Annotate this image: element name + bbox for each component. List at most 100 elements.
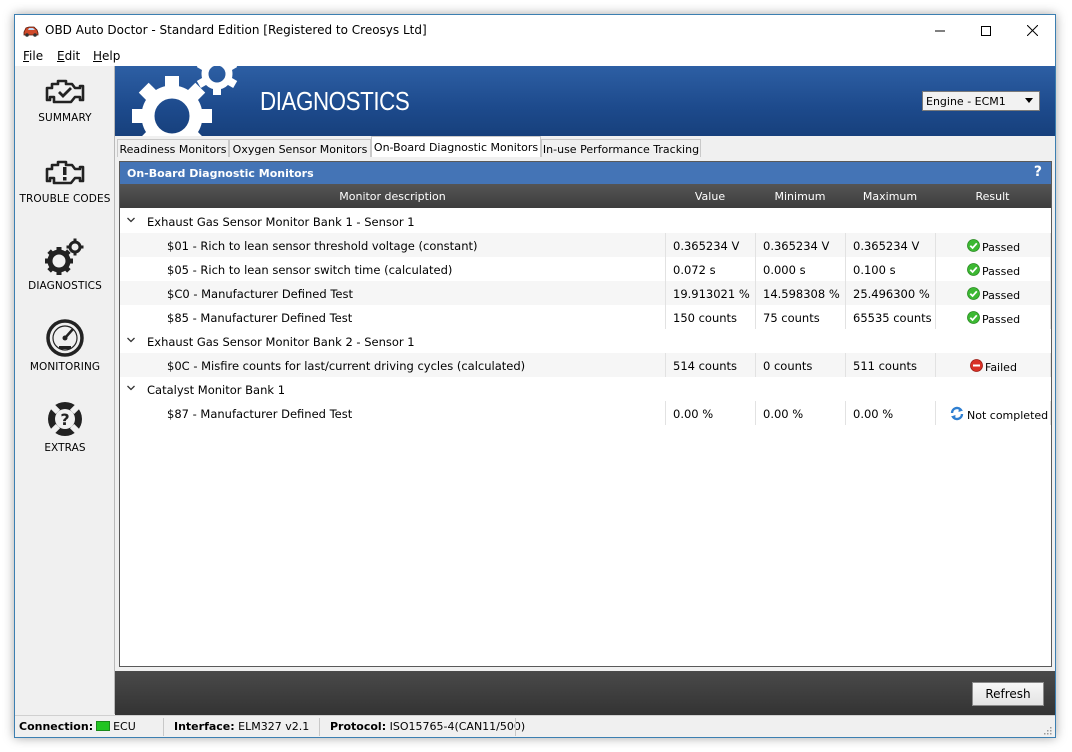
menu-help-rest: elp <box>102 49 121 63</box>
app-window: OBD Auto Doctor - Standard Edition [Regi… <box>14 14 1056 738</box>
monitor-result: Failed <box>970 353 1017 377</box>
tab-on-board-diagnostic-monitors[interactable]: On-Board Diagnostic Monitors <box>371 136 541 157</box>
nav-extras-label: EXTRAS <box>44 442 86 454</box>
status-divider <box>319 718 320 736</box>
monitor-max: 65535 counts <box>853 311 932 325</box>
tab-in-use-performance-tracking[interactable]: In-use Performance Tracking <box>541 139 701 157</box>
close-icon <box>1026 25 1038 36</box>
app-logo-icon <box>23 26 39 37</box>
maximize-button[interactable] <box>963 15 1009 46</box>
column-separator <box>845 233 846 257</box>
column-separator <box>665 401 666 425</box>
status-protocol: Protocol: ISO15765-4(CAN11/500) <box>330 720 525 733</box>
monitor-value: 150 counts <box>673 311 738 325</box>
page-title: DIAGNOSTICS <box>260 86 410 116</box>
column-separator <box>935 257 936 281</box>
group-name: Exhaust Gas Sensor Monitor Bank 1 - Sens… <box>147 215 415 229</box>
nav-extras[interactable]: ? EXTRAS <box>15 400 115 480</box>
nav-summary-label: SUMMARY <box>38 112 92 124</box>
nav-monitoring[interactable]: MONITORING <box>15 319 115 399</box>
help-icon[interactable]: ? <box>1034 164 1042 180</box>
monitor-value: 19.913021 % <box>673 287 750 301</box>
menu-file[interactable]: File <box>23 49 43 63</box>
action-bar: Refresh <box>115 671 1055 715</box>
nav-trouble-codes-label: TROUBLE CODES <box>19 193 111 205</box>
monitor-result: Passed <box>967 305 1020 329</box>
menu-edit-accel: E <box>57 49 65 63</box>
minimize-icon <box>935 30 945 31</box>
minimize-button[interactable] <box>917 15 963 46</box>
column-separator <box>665 257 666 281</box>
group-name: Exhaust Gas Sensor Monitor Bank 2 - Sens… <box>147 335 415 349</box>
monitor-result: Passed <box>967 233 1020 257</box>
monitor-min: 14.598308 % <box>763 287 840 301</box>
close-button[interactable] <box>1009 15 1055 46</box>
table-row[interactable]: $01 - Rich to lean sensor threshold volt… <box>120 233 1051 257</box>
nav-diagnostics[interactable]: DIAGNOSTICS <box>15 238 115 318</box>
column-separator <box>755 257 756 281</box>
column-separator <box>755 305 756 329</box>
status-connection-label: Connection: <box>19 720 94 733</box>
column-separator <box>1050 305 1051 329</box>
status-connection: Connection: ECU <box>19 720 136 733</box>
table-row[interactable]: $87 - Manufacturer Defined Test 0.00 % 0.0… <box>120 401 1051 425</box>
monitor-result: Passed <box>967 257 1020 281</box>
ecu-select[interactable]: Engine - ECM1 <box>922 91 1040 111</box>
gauge-icon <box>46 319 84 357</box>
table-group-row[interactable]: Exhaust Gas Sensor Monitor Bank 1 - Sens… <box>120 209 1051 233</box>
monitor-min: 0 counts <box>763 359 813 373</box>
menu-file-rest: ile <box>29 49 44 63</box>
column-separator <box>935 281 936 305</box>
column-separator <box>1050 353 1051 377</box>
group-name: Catalyst Monitor Bank 1 <box>147 383 286 397</box>
left-nav: SUMMARY TROUBLE CODES DIAGNOSTICS MONITO… <box>15 66 115 714</box>
tab-readiness-monitors[interactable]: Readiness Monitors <box>117 139 229 157</box>
monitor-result-text: Passed <box>982 265 1021 278</box>
table-row[interactable]: $C0 - Manufacturer Defined Test 19.913021… <box>120 281 1051 305</box>
monitor-result-text: Passed <box>982 313 1021 326</box>
monitor-result-text: Passed <box>982 241 1021 254</box>
column-separator <box>665 353 666 377</box>
ecu-select-value: Engine - ECM1 <box>926 95 1006 108</box>
column-separator <box>845 305 846 329</box>
menu-help[interactable]: Help <box>93 49 120 63</box>
resize-grip-icon[interactable] <box>1042 725 1052 735</box>
passed-check-icon <box>967 263 980 276</box>
refresh-button[interactable]: Refresh <box>972 682 1044 706</box>
chevron-down-icon[interactable] <box>126 215 136 225</box>
table-group-row[interactable]: Catalyst Monitor Bank 1 <box>120 377 1051 401</box>
column-separator <box>665 233 666 257</box>
col-header-value[interactable]: Value <box>665 190 755 203</box>
nav-summary[interactable]: SUMMARY <box>15 76 115 156</box>
menu-edit[interactable]: Edit <box>57 49 80 63</box>
col-header-description[interactable]: Monitor description <box>120 190 665 203</box>
status-interface-value: ELM327 v2.1 <box>238 720 310 733</box>
tab-readiness-monitors-label: Readiness Monitors <box>119 143 227 156</box>
column-separator <box>1050 233 1051 257</box>
nav-trouble-codes[interactable]: TROUBLE CODES <box>15 157 115 237</box>
column-separator <box>935 305 936 329</box>
col-header-minimum[interactable]: Minimum <box>755 190 845 203</box>
passed-check-icon <box>967 239 980 252</box>
table-row[interactable]: $05 - Rich to lean sensor switch time (c… <box>120 257 1051 281</box>
col-header-result[interactable]: Result <box>935 190 1050 203</box>
status-interface-label: Interface: <box>174 720 235 733</box>
table-row[interactable]: $85 - Manufacturer Defined Test 150 count… <box>120 305 1051 329</box>
chevron-down-icon[interactable] <box>126 383 136 393</box>
col-header-maximum[interactable]: Maximum <box>845 190 935 203</box>
status-protocol-value: ISO15765-4(CAN11/500) <box>389 720 526 733</box>
column-separator <box>1050 257 1051 281</box>
monitor-value: 514 counts <box>673 359 738 373</box>
monitor-min: 0.00 % <box>763 407 804 421</box>
table-group-row[interactable]: Exhaust Gas Sensor Monitor Bank 2 - Sens… <box>120 329 1051 353</box>
status-bar: Connection: ECU Interface: ELM327 v2.1 Pr… <box>15 715 1055 737</box>
menu-bar: File Edit Help <box>15 46 1055 66</box>
table-row[interactable]: $0C - Misfire counts for last/current dr… <box>120 353 1051 377</box>
tab-bar: Readiness Monitors Oxygen Sensor Monitor… <box>115 136 1055 157</box>
monitor-result-text: Passed <box>982 289 1021 302</box>
column-separator <box>665 305 666 329</box>
tab-oxygen-sensor-monitors[interactable]: Oxygen Sensor Monitors <box>229 139 371 157</box>
monitor-max: 25.496300 % <box>853 287 930 301</box>
status-divider <box>163 718 164 736</box>
chevron-down-icon[interactable] <box>126 335 136 345</box>
